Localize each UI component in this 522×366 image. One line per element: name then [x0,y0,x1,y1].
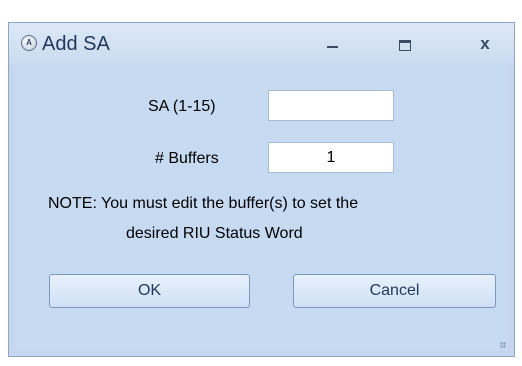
sa-label: SA (1-15) [148,98,216,115]
sa-input[interactable] [268,90,394,121]
maximize-button[interactable] [390,31,420,55]
window-title: Add SA [42,33,110,55]
note-line-2: desired RIU Status Word [126,225,303,242]
resize-grip-icon[interactable] [500,342,506,348]
dialog-body: SA (1-15) # Buffers NOTE: You must edit … [15,65,508,350]
add-sa-dialog: A Add SA x SA (1-15) # Buffers NOTE: You… [8,22,515,357]
title-bar[interactable]: A Add SA x [9,23,514,65]
cancel-button[interactable]: Cancel [293,274,496,308]
maximize-icon [399,40,411,51]
buffers-label: # Buffers [155,150,219,167]
buffers-input[interactable] [268,142,394,173]
close-button[interactable]: x [470,31,500,55]
minimize-button[interactable] [317,31,347,55]
minimize-icon [327,46,338,48]
ok-button[interactable]: OK [49,274,250,308]
close-icon: x [480,34,490,53]
app-icon: A [21,35,37,51]
note-text: NOTE: You must edit the buffer(s) to set… [48,189,488,249]
note-line-1: NOTE: You must edit the buffer(s) to set… [48,195,359,212]
